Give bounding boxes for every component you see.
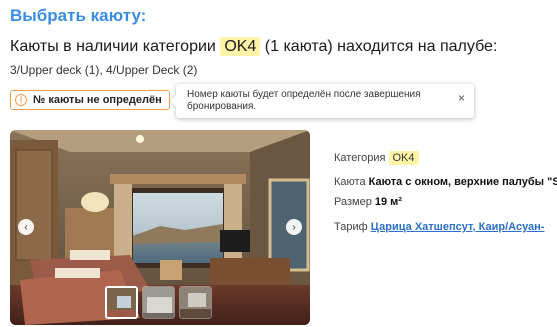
tariff-label: Тариф [334, 221, 368, 233]
tooltip-text: Номер каюты будет определён после заверш… [187, 89, 421, 112]
cabin-value: Каюта с окном, верхние палубы "St [368, 176, 557, 188]
gallery-prev-button[interactable]: ‹ [18, 219, 34, 235]
deck-list: 3/Upper deck (1), 4/Upper Deck (2) [10, 63, 198, 77]
detail-cabin: Каюта Каюта с окном, верхние палубы "St [334, 176, 557, 188]
category-badge: OK4 [220, 37, 261, 56]
size-label: Размер [334, 196, 372, 208]
detail-tariff: Тариф Царица Хатшепсут, Каир/Асуан- [334, 221, 544, 233]
availability-prefix: Каюты в наличии категории [10, 38, 216, 55]
thumbnail[interactable] [142, 286, 175, 319]
tooltip-arrow [170, 95, 176, 107]
warning-icon: ! [15, 94, 27, 106]
cabin-number-label: № каюты не определён [33, 94, 162, 106]
cabin-number-tooltip: Номер каюты будет определён после заверш… [170, 84, 474, 118]
category-label: Категория [334, 152, 386, 164]
cabin-photo-gallery[interactable]: ‹ › [10, 130, 310, 325]
thumbnail[interactable] [105, 286, 138, 319]
thumbnail[interactable] [179, 286, 212, 319]
tariff-link[interactable]: Царица Хатшепсут, Каир/Асуан- [371, 221, 545, 233]
detail-size: Размер 19 м² [334, 196, 402, 208]
detail-category: Категория OK4 [334, 151, 419, 165]
category-value: OK4 [388, 151, 419, 165]
gallery-thumbnails [105, 286, 212, 319]
gallery-next-button[interactable]: › [286, 219, 302, 235]
page-heading: Выбрать каюту: [10, 6, 147, 25]
close-icon[interactable]: × [458, 92, 465, 104]
availability-suffix: (1 каюта) находится на палубе: [264, 38, 498, 55]
availability-line: Каюты в наличии категории OK4 (1 каюта) … [10, 37, 498, 56]
size-value: 19 м² [374, 196, 402, 208]
cabin-number-button[interactable]: ! № каюты не определён [10, 90, 170, 110]
cabin-label: Каюта [334, 176, 366, 188]
